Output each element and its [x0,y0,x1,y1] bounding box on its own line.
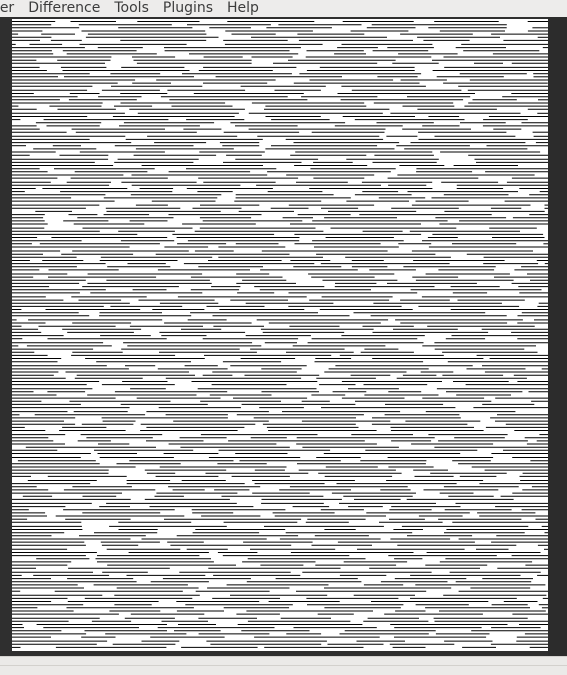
status-bar [0,656,567,675]
menu-modifier[interactable]: fier [0,0,21,17]
vertical-scrollbar[interactable] [548,17,567,656]
horizontal-lines-pattern [12,21,548,648]
menu-bar: fier Difference Tools Plugins Help [0,0,567,17]
image-workspace [0,17,567,656]
menu-plugins[interactable]: Plugins [156,0,220,17]
menu-tools[interactable]: Tools [107,0,156,17]
image-editor-window: fier Difference Tools Plugins Help [0,0,567,675]
menu-difference[interactable]: Difference [21,0,107,17]
status-divider [0,665,567,666]
menu-help[interactable]: Help [220,0,266,17]
image-canvas[interactable] [12,19,548,651]
